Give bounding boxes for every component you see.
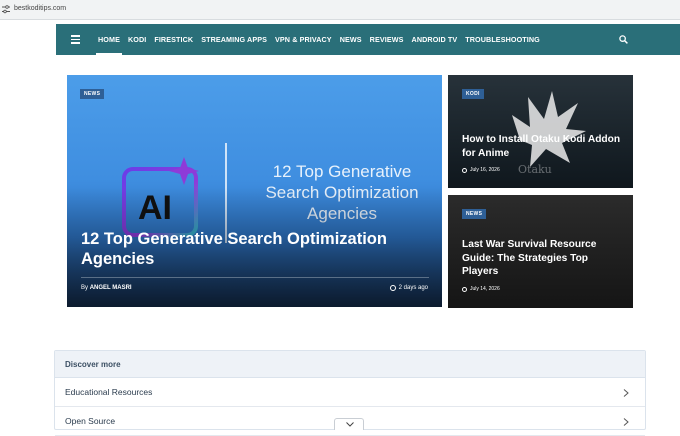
site-settings-icon[interactable] (2, 5, 10, 14)
author-name[interactable]: ANGEL MASRI (90, 285, 132, 291)
side-article-date: July 14, 2026 (462, 286, 500, 292)
clock-icon (462, 286, 467, 292)
category-badge[interactable]: KODI (462, 89, 484, 99)
otaku-art-text: Otaku (518, 163, 552, 176)
otaku-character-art (512, 91, 586, 167)
category-badge[interactable]: NEWS (80, 89, 105, 99)
nav-item-streaming-apps[interactable]: STREAMING APPS (201, 24, 267, 55)
byline-prefix: By (81, 285, 89, 291)
hero-divider-line (81, 277, 429, 278)
search-icon[interactable] (619, 35, 628, 44)
side-article-title[interactable]: How to Install Otaku Kodi Addon for Anim… (462, 133, 627, 160)
side-article-title[interactable]: Last War Survival Resource Guide: The St… (462, 238, 627, 279)
discover-item-label: Open Source (65, 416, 116, 426)
chevron-down-icon (346, 422, 354, 427)
nav-item-android-tv[interactable]: ANDROID TV (412, 24, 458, 55)
side-article-date: July 16, 2026 (462, 167, 500, 173)
hamburger-menu-icon[interactable] (71, 35, 80, 44)
hero-timestamp: 2 days ago (389, 285, 428, 291)
site-nav: HOME KODI FIRESTICK STREAMING APPS VPN &… (56, 24, 680, 55)
clock-icon (389, 285, 396, 291)
nav-item-firestick[interactable]: FIRESTICK (154, 24, 193, 55)
nav-item-reviews[interactable]: REVIEWS (370, 24, 404, 55)
browser-url[interactable]: bestkoditips.com (14, 5, 66, 12)
clock-icon (462, 167, 467, 173)
nav-item-kodi[interactable]: KODI (128, 24, 146, 55)
discover-item[interactable]: Educational Resources (55, 378, 645, 407)
nav-item-troubleshooting[interactable]: TROUBLESHOOTING (465, 24, 540, 55)
expand-toggle[interactable] (334, 418, 364, 430)
hero-time-text: 2 days ago (398, 285, 428, 291)
nav-menu: HOME KODI FIRESTICK STREAMING APPS VPN &… (96, 24, 548, 55)
hero-article-title[interactable]: 12 Top Generative Search Optimization Ag… (81, 229, 431, 269)
browser-address-bar[interactable]: bestkoditips.com (0, 0, 680, 20)
side-article-card[interactable]: NEWS Last War Survival Resource Guide: T… (448, 195, 633, 308)
chevron-right-icon (623, 418, 629, 426)
featured-article-card[interactable]: NEWS AI 12 Top Generative Search Optimiz… (67, 75, 442, 307)
side-article-card[interactable]: Otaku KODI How to Install Otaku Kodi Add… (448, 75, 633, 188)
discover-item-label: Educational Resources (65, 387, 153, 397)
hero-byline: By ANGEL MASRI (81, 285, 132, 291)
nav-item-news[interactable]: NEWS (340, 24, 362, 55)
nav-item-vpn-privacy[interactable]: VPN & PRIVACY (275, 24, 332, 55)
chevron-right-icon (623, 389, 629, 397)
side-date-text: July 16, 2026 (470, 167, 500, 173)
nav-item-home[interactable]: HOME (96, 24, 122, 55)
category-badge[interactable]: NEWS (462, 209, 487, 219)
discover-heading: Discover more (55, 351, 645, 378)
side-date-text: July 14, 2026 (470, 286, 500, 292)
